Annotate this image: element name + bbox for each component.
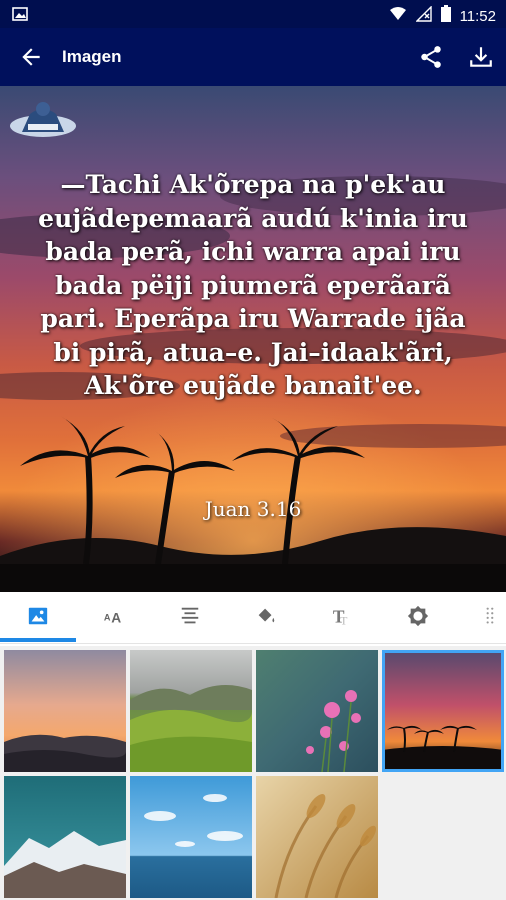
clock: 11:52: [459, 7, 496, 25]
tab-background-image[interactable]: [0, 592, 76, 644]
thumbnail-snowy-mountain[interactable]: [4, 776, 126, 898]
svg-text:T: T: [340, 613, 348, 627]
brightness-icon: [407, 605, 429, 632]
align-center-icon: [179, 605, 201, 632]
tab-brightness[interactable]: [380, 592, 456, 644]
tab-text-color[interactable]: [228, 592, 304, 644]
paint-bucket-icon: [255, 605, 277, 632]
thumbnail-wheat-field[interactable]: [256, 776, 378, 898]
font-size-icon: AA: [103, 605, 125, 632]
status-icons: 11:52: [389, 4, 496, 27]
thumbnail-green-hills[interactable]: [130, 650, 252, 772]
tab-text-align[interactable]: [152, 592, 228, 644]
arrow-back-icon[interactable]: [18, 44, 44, 70]
verse-text: —Tachi Ak'õrepa na p'ek'au eujãdepemaarã…: [38, 170, 468, 400]
download-icon[interactable]: [468, 44, 494, 70]
status-bar: 11:52: [0, 0, 506, 28]
image-icon: [27, 605, 49, 632]
thumbnail-sky-ocean[interactable]: [130, 776, 252, 898]
tab-font-size[interactable]: AA: [76, 592, 152, 644]
share-icon[interactable]: [418, 44, 444, 70]
thumbnail-pink-flowers[interactable]: [256, 650, 378, 772]
texture-icon: [484, 605, 506, 632]
svg-text:A: A: [104, 612, 111, 622]
battery-icon: [440, 5, 451, 27]
text-style-icon: TT: [331, 605, 353, 632]
verse-reference: Juan 3.16: [204, 497, 302, 521]
tab-texture[interactable]: [456, 592, 506, 644]
app-bar: Imagen: [0, 28, 506, 86]
background-thumbnails: [0, 646, 506, 900]
selected-tab-indicator: [0, 638, 76, 642]
tab-text-style[interactable]: TT: [304, 592, 380, 644]
thumbnail-sunset-mountains[interactable]: [4, 650, 126, 772]
app-logo: [8, 96, 78, 138]
wifi-icon: [389, 6, 407, 26]
editor-tabs: AA TT: [0, 592, 506, 644]
page-title: Imagen: [62, 47, 122, 66]
thumbnail-palm-sunset[interactable]: [382, 650, 504, 772]
image-notification-icon: [12, 7, 28, 26]
svg-text:A: A: [111, 610, 121, 625]
signal-off-icon: [414, 4, 432, 27]
